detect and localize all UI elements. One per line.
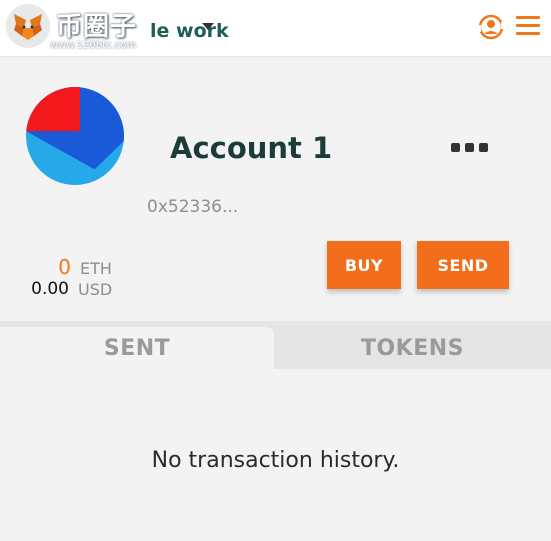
eth-balance: 0 <box>58 255 71 279</box>
tab-bar: SENT TOKENS <box>0 321 551 369</box>
chevron-down-icon[interactable] <box>202 23 214 30</box>
account-identicon <box>26 87 124 185</box>
eth-unit: ETH <box>80 259 112 278</box>
hamburger-menu-icon[interactable] <box>514 14 542 38</box>
network-name[interactable]: le work <box>150 20 229 42</box>
watermark-text: 币圈子 <box>56 12 138 42</box>
buy-button[interactable]: BUY <box>327 241 401 289</box>
account-address[interactable]: 0x52336... <box>147 197 238 217</box>
metamask-fox-icon[interactable] <box>4 2 52 50</box>
empty-history-message: No transaction history. <box>151 448 400 473</box>
more-options-icon[interactable] <box>451 143 489 153</box>
usd-unit: USD <box>78 280 113 299</box>
tab-sent[interactable]: SENT <box>0 327 274 369</box>
watermark-url: www.120btc.com <box>50 40 137 51</box>
app-header: 币圈子 www.120btc.com le work <box>0 0 551 57</box>
account-name: Account 1 <box>170 131 333 165</box>
usd-balance: 0.00 <box>31 279 69 299</box>
send-button[interactable]: SEND <box>417 241 509 289</box>
tab-tokens[interactable]: TOKENS <box>274 327 551 369</box>
support-icon[interactable] <box>476 12 506 42</box>
